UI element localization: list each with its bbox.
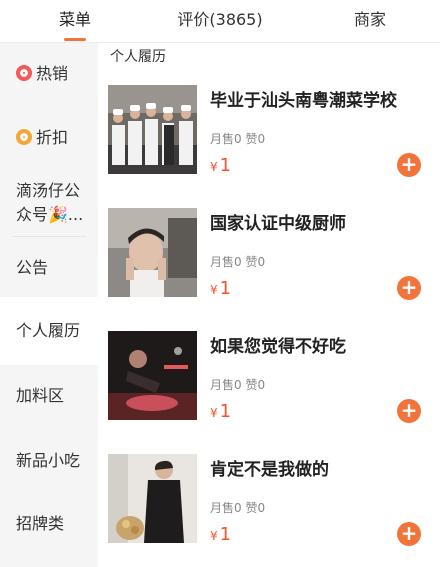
sidebar-item-toppings[interactable]: 加料区	[0, 375, 98, 417]
tab-reviews-label: 评价(3865)	[177, 10, 263, 29]
sidebar-item-resume[interactable]: 个人履历	[0, 297, 98, 365]
item-photo[interactable]	[108, 208, 197, 297]
category-sidebar: 热销 折扣 滴汤仔公众号🎉... 公告 个人履历 加料区 新品小吃 招牌类	[0, 43, 98, 567]
sidebar-item-label: 滴汤仔公众号🎉...	[16, 181, 84, 224]
sidebar-item-label: 招牌类	[16, 514, 65, 533]
sidebar-item-label: 热销	[36, 64, 69, 83]
app-window: 菜单 评价(3865) 商家 热销 折扣 滴汤仔公众号🎉... 公告 个人履历 …	[0, 0, 440, 567]
sidebar-item-signature[interactable]: 招牌类	[0, 503, 98, 545]
sidebar-item-label: 新品小吃	[16, 451, 81, 470]
menu-item-card[interactable]: 毕业于汕头南粤潮菜学校 月售0 赞0 ¥1 +	[108, 85, 434, 185]
add-to-cart-button[interactable]: +	[397, 522, 421, 546]
sidebar-item-label: 加料区	[16, 386, 65, 405]
add-to-cart-button[interactable]: +	[397, 399, 421, 423]
item-photo[interactable]	[108, 454, 197, 543]
discount-icon	[16, 129, 32, 145]
sidebar-item-notice[interactable]: 公告	[0, 247, 98, 289]
item-name: 国家认证中级厨师	[210, 214, 346, 234]
section-title: 个人履历	[110, 49, 166, 65]
sidebar-item-label: 公告	[16, 258, 49, 277]
currency-symbol: ¥	[210, 283, 218, 297]
price-value: 1	[219, 155, 232, 176]
person-dark-clothes-photo	[108, 454, 197, 543]
tab-merchant[interactable]: 商家	[330, 0, 410, 42]
sidebar-item-label: 个人履历	[16, 321, 81, 340]
sidebar-item-public-account[interactable]: 滴汤仔公众号🎉...	[0, 179, 98, 229]
add-to-cart-button[interactable]: +	[397, 276, 421, 300]
sidebar-item-label: 折扣	[36, 128, 69, 147]
currency-symbol: ¥	[210, 529, 218, 543]
item-photo[interactable]	[108, 85, 197, 174]
plus-icon: +	[400, 275, 418, 299]
plus-icon: +	[400, 521, 418, 545]
tab-menu-label: 菜单	[58, 10, 91, 29]
item-name: 肯定不是我做的	[210, 460, 329, 480]
item-name: 毕业于汕头南粤潮菜学校	[210, 91, 397, 111]
price-value: 1	[219, 524, 232, 545]
item-stats: 月售0 赞0	[210, 501, 266, 515]
tab-reviews[interactable]: 评价(3865)	[163, 0, 277, 42]
tab-bar: 菜单 评价(3865) 商家	[0, 0, 440, 43]
item-price: ¥1	[210, 524, 231, 545]
item-price: ¥1	[210, 155, 231, 176]
add-to-cart-button[interactable]: +	[397, 153, 421, 177]
plus-icon: +	[400, 398, 418, 422]
chef-portrait-photo	[108, 208, 197, 297]
currency-symbol: ¥	[210, 160, 218, 174]
active-tab-indicator	[64, 38, 86, 41]
tab-merchant-label: 商家	[353, 10, 386, 29]
dark-kitchen-photo	[108, 331, 197, 420]
item-name: 如果您觉得不好吃	[210, 337, 346, 357]
item-price: ¥1	[210, 278, 231, 299]
sidebar-divider	[12, 236, 86, 237]
menu-item-card[interactable]: 肯定不是我做的 月售0 赞0 ¥1 +	[108, 454, 434, 554]
menu-item-card[interactable]: 如果您觉得不好吃 月售0 赞0 ¥1 +	[108, 331, 434, 431]
price-value: 1	[219, 278, 232, 299]
chefs-group-photo	[108, 85, 197, 174]
tab-menu[interactable]: 菜单	[20, 0, 130, 42]
item-photo[interactable]	[108, 331, 197, 420]
menu-item-card[interactable]: 国家认证中级厨师 月售0 赞0 ¥1 +	[108, 208, 434, 308]
item-stats: 月售0 赞0	[210, 255, 266, 269]
plus-icon: +	[400, 152, 418, 176]
hot-icon	[16, 65, 32, 81]
price-value: 1	[219, 401, 232, 422]
sidebar-item-discount[interactable]: 折扣	[0, 117, 98, 159]
item-stats: 月售0 赞0	[210, 132, 266, 146]
sidebar-item-hot[interactable]: 热销	[0, 53, 98, 95]
item-price: ¥1	[210, 401, 231, 422]
sidebar-item-new-snacks[interactable]: 新品小吃	[0, 440, 98, 482]
currency-symbol: ¥	[210, 406, 218, 420]
item-stats: 月售0 赞0	[210, 378, 266, 392]
